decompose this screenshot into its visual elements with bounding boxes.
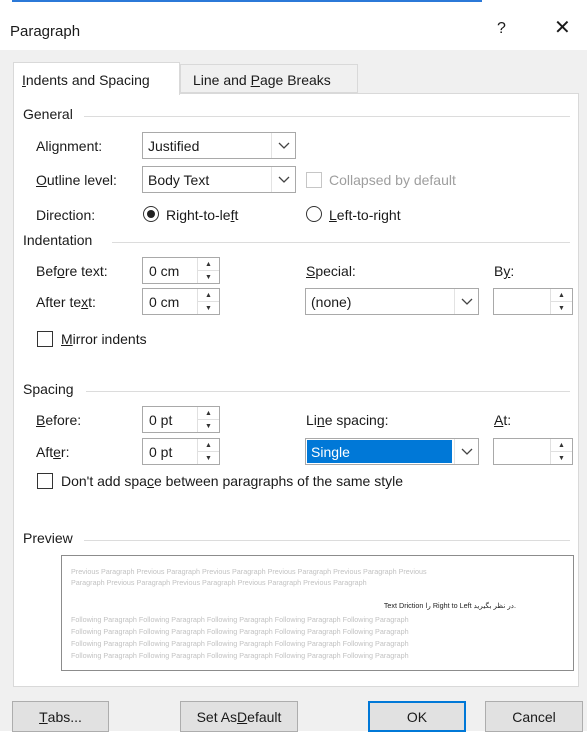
alignment-dropdown[interactable]: Justified <box>142 132 296 159</box>
spin-down-icon[interactable]: ▼ <box>198 271 219 283</box>
preview-following-line: Following Paragraph Following Paragraph … <box>71 615 409 624</box>
line-spacing-label: Line spacing: <box>306 412 389 428</box>
mirror-indents-checkbox[interactable] <box>37 331 53 347</box>
alignment-label: Alignment: <box>36 138 103 154</box>
spin-down-icon[interactable]: ▼ <box>551 452 572 464</box>
spin-down-icon[interactable]: ▼ <box>198 420 219 432</box>
left-to-right-radio[interactable] <box>306 206 322 222</box>
preview-previous-line: Paragraph Previous Paragraph Previous Pa… <box>71 578 367 587</box>
by-spinner[interactable]: ▲ ▼ <box>493 288 573 315</box>
set-as-default-button[interactable]: Set As Default <box>180 701 298 732</box>
dont-add-space-checkbox[interactable] <box>37 473 53 489</box>
spin-up-icon[interactable]: ▲ <box>198 407 219 420</box>
after-text-label: After text: <box>36 294 96 310</box>
tabs-button[interactable]: Tabs... <box>12 701 109 732</box>
chevron-down-icon <box>454 439 478 464</box>
direction-label: Direction: <box>36 207 96 223</box>
at-label: At: <box>494 412 512 428</box>
preview-sample-text: Text Driction را Right to Left در نظر بگ… <box>383 601 516 610</box>
help-button[interactable]: ? <box>497 20 506 38</box>
dont-add-space-label: Don't add space between paragraphs of th… <box>61 473 404 489</box>
dialog-title: Paragraph <box>10 23 81 40</box>
collapsed-by-default-checkbox[interactable] <box>306 172 322 188</box>
tab-line-and-page-breaks[interactable]: Line and Page Breaks <box>180 64 358 93</box>
chevron-down-icon <box>271 167 295 192</box>
spin-up-icon[interactable]: ▲ <box>551 289 572 302</box>
spin-down-icon[interactable]: ▼ <box>551 302 572 314</box>
preview-previous-line: Previous Paragraph Previous Paragraph Pr… <box>71 567 427 576</box>
spacing-before-spinner[interactable]: 0 pt ▲ ▼ <box>142 406 220 433</box>
before-text-spinner[interactable]: 0 cm ▲ ▼ <box>142 257 220 284</box>
preview-following-line: Following Paragraph Following Paragraph … <box>71 651 409 660</box>
spin-up-icon[interactable]: ▲ <box>198 439 219 452</box>
preview-box: Previous Paragraph Previous Paragraph Pr… <box>61 555 574 671</box>
by-label: By: <box>494 263 515 279</box>
line-spacing-dropdown[interactable]: Single <box>305 438 479 465</box>
special-label: Special: <box>306 263 356 279</box>
spacing-before-label: Before: <box>36 412 82 428</box>
preview-following-line: Following Paragraph Following Paragraph … <box>71 627 409 636</box>
spin-up-icon[interactable]: ▲ <box>198 258 219 271</box>
collapsed-by-default-label: Collapsed by default <box>329 172 456 188</box>
spacing-after-label: After: <box>36 444 70 460</box>
outline-level-dropdown[interactable]: Body Text <box>142 166 296 193</box>
divider <box>84 540 570 541</box>
close-button[interactable]: ✕ <box>554 18 571 38</box>
before-text-label: Before text: <box>36 263 108 279</box>
preview-following-line: Following Paragraph Following Paragraph … <box>71 639 409 648</box>
spacing-after-spinner[interactable]: 0 pt ▲ ▼ <box>142 438 220 465</box>
mirror-indents-label: Mirror indents <box>61 331 147 347</box>
left-to-right-label: Left-to-right <box>329 207 401 223</box>
spin-up-icon[interactable]: ▲ <box>551 439 572 452</box>
tab-indents-and-spacing[interactable]: Indents and Spacing <box>13 62 180 95</box>
general-group-title: General <box>23 106 73 122</box>
window-top-border <box>12 0 482 2</box>
spacing-group-title: Spacing <box>23 381 74 397</box>
indentation-group-title: Indentation <box>23 232 93 248</box>
spin-down-icon[interactable]: ▼ <box>198 452 219 464</box>
outline-level-label: Outline level: <box>36 172 117 188</box>
at-spinner[interactable]: ▲ ▼ <box>493 438 573 465</box>
ok-button[interactable]: OK <box>368 701 466 732</box>
spin-up-icon[interactable]: ▲ <box>198 289 219 302</box>
chevron-down-icon <box>454 289 478 314</box>
divider <box>86 391 570 392</box>
spin-down-icon[interactable]: ▼ <box>198 302 219 314</box>
divider <box>84 116 570 117</box>
cancel-button[interactable]: Cancel <box>485 701 583 732</box>
right-to-left-label: Right-to-left <box>166 207 239 223</box>
preview-group-title: Preview <box>23 530 73 546</box>
chevron-down-icon <box>271 133 295 158</box>
divider <box>112 242 570 243</box>
after-text-spinner[interactable]: 0 cm ▲ ▼ <box>142 288 220 315</box>
right-to-left-radio[interactable] <box>143 206 159 222</box>
special-dropdown[interactable]: (none) <box>305 288 479 315</box>
